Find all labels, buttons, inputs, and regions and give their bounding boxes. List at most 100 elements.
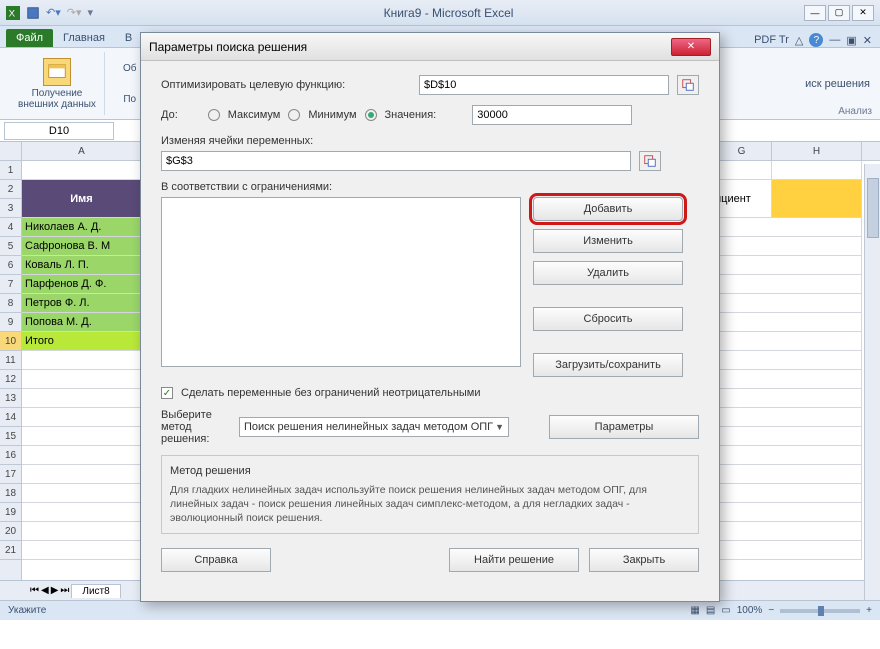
cell[interactable] [22,370,142,389]
cell[interactable] [22,484,142,503]
reset-button[interactable]: Сбросить [533,307,683,331]
vertical-scrollbar[interactable] [864,164,880,600]
row-header[interactable]: 9 [0,313,21,332]
zoom-thumb[interactable] [818,606,824,616]
change-button[interactable]: Изменить [533,229,683,253]
row-header[interactable]: 15 [0,427,21,446]
solve-button[interactable]: Найти решение [449,548,579,572]
value-label[interactable]: Значения: [385,109,437,121]
cell[interactable] [22,351,142,370]
redo-icon[interactable]: ↷▾ [67,6,82,19]
cell[interactable] [22,465,142,484]
cell-total[interactable]: Итого [22,332,142,351]
row-header[interactable]: 3 [0,199,21,218]
row-header[interactable]: 20 [0,522,21,541]
radio-value[interactable] [365,109,377,121]
zoom-slider[interactable] [780,609,860,613]
dialog-titlebar[interactable]: Параметры поиска решения ✕ [141,33,719,61]
row-header[interactable]: 1 [0,161,21,180]
cell[interactable] [22,541,142,560]
constraints-listbox[interactable] [161,197,521,367]
cell[interactable] [22,389,142,408]
zoom-out-icon[interactable]: − [768,605,774,616]
cell-yellow[interactable] [772,180,862,218]
save-icon[interactable] [26,6,40,20]
radio-max[interactable] [208,109,220,121]
undo-icon[interactable]: ↶▾ [46,6,61,19]
row-header[interactable]: 19 [0,503,21,522]
radio-min[interactable] [288,109,300,121]
vars-input[interactable] [161,151,631,171]
nonneg-checkbox[interactable] [161,387,173,399]
zoom-in-icon[interactable]: + [866,605,872,616]
col-header[interactable]: G [712,142,772,160]
tab-insert[interactable]: В [115,29,142,47]
loadsave-button[interactable]: Загрузить/сохранить [533,353,683,377]
cell-name[interactable]: Попова М. Д. [22,313,142,332]
cell-coef[interactable]: ициент [712,180,772,218]
view-layout-icon[interactable]: ▤ [706,605,715,616]
tab-nav-next-icon[interactable]: ▶ [51,585,59,596]
cell-name[interactable]: Петров Ф. Л. [22,294,142,313]
cell[interactable] [22,522,142,541]
params-button[interactable]: Параметры [549,415,699,439]
add-button[interactable]: Добавить [533,197,683,221]
row-header[interactable]: 4 [0,218,21,237]
row-header[interactable]: 2 [0,180,21,199]
ref-picker-icon[interactable] [677,75,699,95]
tab-nav-last-icon[interactable]: ⏭ [60,585,69,596]
doc-min-icon[interactable]: — [829,34,840,46]
row-header[interactable]: 21 [0,541,21,560]
row-header[interactable]: 11 [0,351,21,370]
maximize-button[interactable]: ▢ [828,5,850,21]
sheet-tab[interactable]: Лист8 [71,584,120,598]
cell-name[interactable]: Парфенов Д. Ф. [22,275,142,294]
min-label[interactable]: Минимум [308,109,356,121]
doc-restore-icon[interactable]: ▣ [846,34,856,47]
tab-home[interactable]: Главная [53,29,115,47]
cell[interactable] [22,503,142,522]
row-header[interactable]: 18 [0,484,21,503]
row-header[interactable]: 13 [0,389,21,408]
view-break-icon[interactable]: ▭ [721,605,730,616]
cell-name[interactable]: Сафронова В. М [22,237,142,256]
col-header[interactable]: A [22,142,142,160]
cell[interactable] [22,408,142,427]
value-input[interactable] [472,105,632,125]
tab-nav-prev-icon[interactable]: ◀ [41,585,49,596]
row-header[interactable]: 7 [0,275,21,294]
delete-button[interactable]: Удалить [533,261,683,285]
tab-nav-first-icon[interactable]: ⏮ [30,585,39,596]
tab-pdf[interactable]: PDF Tr [754,34,789,46]
zoom-level[interactable]: 100% [737,605,763,616]
header-cell-name[interactable]: Имя [22,180,142,218]
close-button[interactable]: Закрыть [589,548,699,572]
close-button[interactable]: ✕ [852,5,874,21]
row-header[interactable]: 8 [0,294,21,313]
row-header[interactable]: 10 [0,332,21,351]
cell[interactable] [22,161,142,180]
col-header[interactable]: H [772,142,862,160]
solver-label[interactable]: иск решения [805,78,870,90]
cell-name[interactable]: Коваль Л. П. [22,256,142,275]
cell[interactable] [712,161,772,180]
view-normal-icon[interactable]: ▦ [690,605,699,616]
max-label[interactable]: Максимум [228,109,281,121]
row-header[interactable]: 12 [0,370,21,389]
ribbon-group-getdata[interactable]: Получение внешних данных [10,52,105,115]
method-select[interactable]: Поиск решения нелинейных задач методом О… [239,417,509,437]
name-box[interactable]: D10 [4,122,114,140]
ribbon-min-icon[interactable]: △ [795,34,803,47]
help-icon[interactable]: ? [809,33,823,47]
row-header[interactable]: 17 [0,465,21,484]
help-button[interactable]: Справка [161,548,271,572]
tab-file[interactable]: Файл [6,29,53,47]
row-header[interactable]: 5 [0,237,21,256]
cell-name[interactable]: Николаев А. Д. [22,218,142,237]
doc-close-icon[interactable]: ✕ [863,34,872,47]
cell[interactable] [772,161,862,180]
objective-input[interactable] [419,75,669,95]
select-all-corner[interactable] [0,142,21,161]
row-header[interactable]: 16 [0,446,21,465]
nonneg-label[interactable]: Сделать переменные без ограничений неотр… [181,387,481,399]
